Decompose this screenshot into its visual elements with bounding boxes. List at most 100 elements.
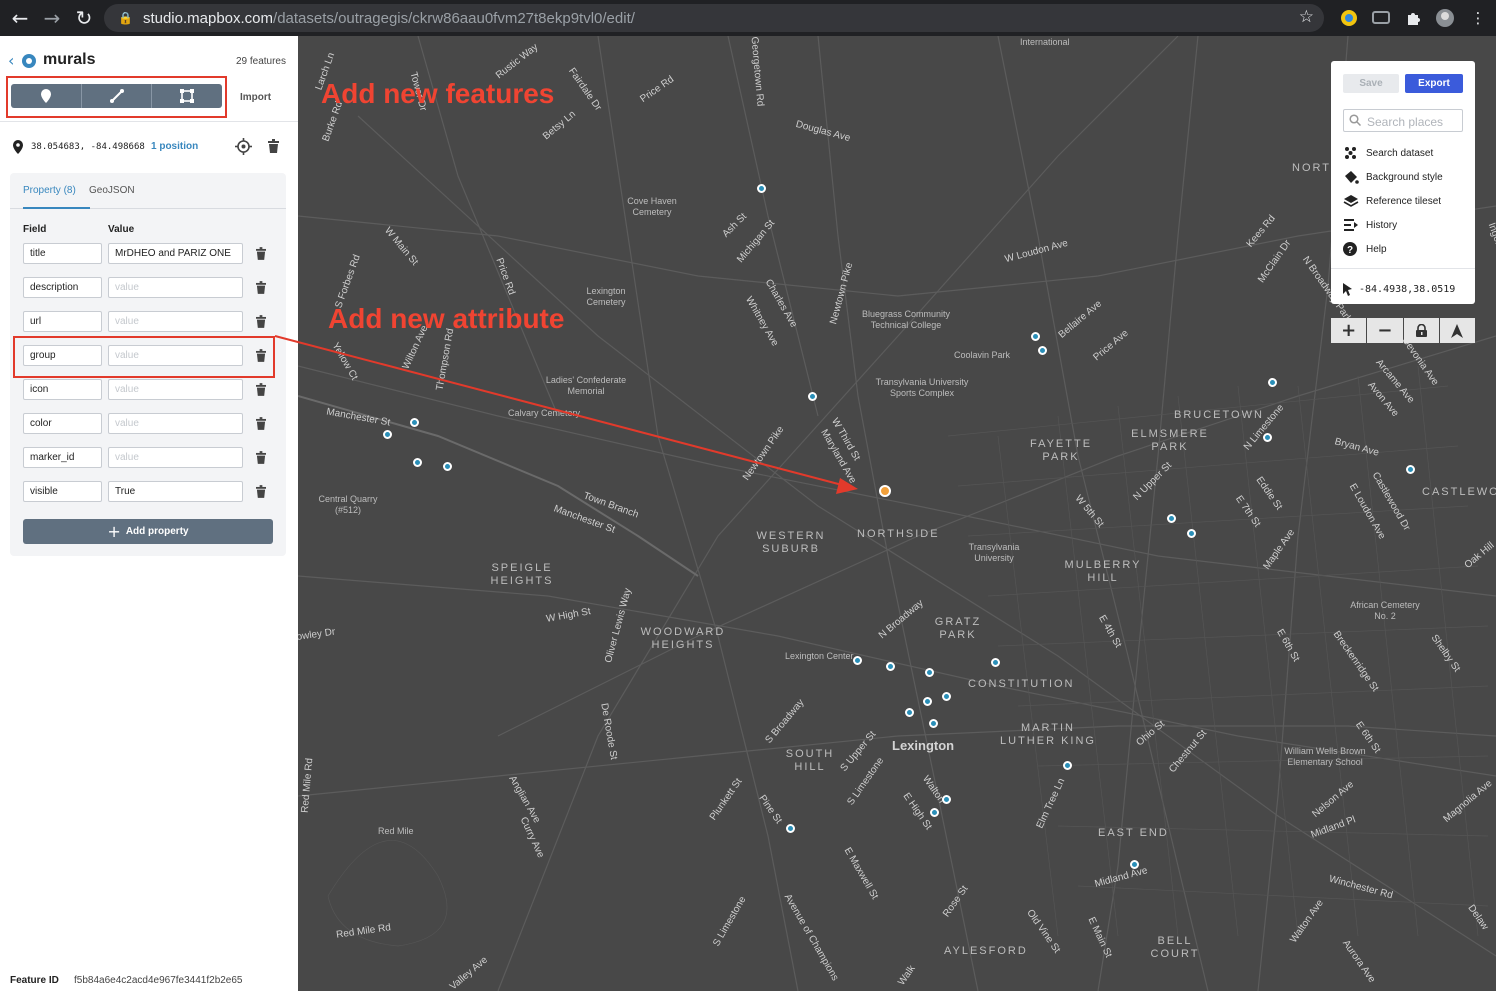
- feature-id-label: Feature ID: [10, 975, 59, 986]
- poi-label: Cove Haven Cemetery: [627, 196, 677, 217]
- address-bar[interactable]: 🔒 studio.mapbox.com/datasets/outragegis/…: [104, 4, 1324, 32]
- map-canvas[interactable]: BRUCETOWN FAYETTE PARK ELMSMERE PARK NOR…: [298, 36, 1496, 991]
- map-marker[interactable]: [1263, 433, 1272, 442]
- neighborhood-label: CONSTITUTION: [968, 678, 1075, 690]
- export-button[interactable]: Export: [1405, 74, 1463, 93]
- menu-reference-tileset[interactable]: Reference tileset: [1343, 194, 1473, 210]
- value-column-header: Value: [108, 224, 135, 235]
- position-link[interactable]: 1 position: [151, 141, 198, 152]
- back-arrow-icon[interactable]: ←: [4, 2, 36, 34]
- lock-button[interactable]: [1403, 318, 1439, 343]
- draw-polygon-button[interactable]: [152, 84, 222, 108]
- reload-icon[interactable]: ↻: [68, 2, 100, 34]
- property-field-input[interactable]: description: [23, 277, 102, 298]
- property-value-input[interactable]: value: [108, 311, 243, 332]
- property-value-input[interactable]: value: [108, 413, 243, 434]
- zoom-out-button[interactable]: −: [1367, 318, 1403, 343]
- delete-feature-icon[interactable]: [268, 139, 279, 153]
- property-value-input[interactable]: value: [108, 277, 243, 298]
- chevron-left-icon[interactable]: ‹: [8, 51, 14, 70]
- map-marker[interactable]: [1130, 860, 1139, 869]
- property-field-input[interactable]: icon: [23, 379, 102, 400]
- city-label: Lexington: [892, 738, 955, 753]
- bookmark-star-icon[interactable]: ☆: [1299, 7, 1314, 27]
- lock-icon: [1415, 324, 1427, 337]
- map-marker[interactable]: [1167, 514, 1176, 523]
- property-value-input[interactable]: value: [108, 379, 243, 400]
- property-field-input[interactable]: title: [23, 243, 102, 264]
- delete-property-icon[interactable]: [256, 417, 266, 430]
- property-value-input[interactable]: True: [108, 481, 243, 502]
- property-field-input[interactable]: visible: [23, 481, 102, 502]
- map-marker[interactable]: [1406, 465, 1415, 474]
- map-marker[interactable]: [886, 662, 895, 671]
- map-marker[interactable]: [925, 668, 934, 677]
- map-marker[interactable]: [786, 824, 795, 833]
- property-row: url value: [23, 311, 278, 333]
- profile-avatar-icon[interactable]: [1435, 8, 1455, 28]
- property-field-input[interactable]: url: [23, 311, 102, 332]
- map-marker[interactable]: [942, 795, 951, 804]
- map-marker[interactable]: [808, 392, 817, 401]
- save-button[interactable]: Save: [1343, 74, 1399, 93]
- map-marker[interactable]: [383, 430, 392, 439]
- search-places-input[interactable]: Search places: [1343, 109, 1463, 132]
- neighborhood-label: NORT: [1292, 162, 1331, 174]
- delete-property-icon[interactable]: [256, 485, 266, 498]
- map-marker[interactable]: [1031, 332, 1040, 341]
- property-value-input[interactable]: MrDHEO and PARIZ ONE: [108, 243, 243, 264]
- map-marker[interactable]: [1063, 761, 1072, 770]
- neighborhood-label: MARTIN LUTHER KING: [1000, 722, 1096, 747]
- menu-history[interactable]: History: [1343, 218, 1473, 234]
- paint-bucket-icon: [1345, 171, 1359, 184]
- tab-property[interactable]: Property (8): [23, 185, 76, 196]
- map-marker[interactable]: [905, 708, 914, 717]
- kebab-menu-icon[interactable]: ⋮: [1468, 8, 1488, 28]
- map-marker[interactable]: [1187, 529, 1196, 538]
- import-button[interactable]: Import: [240, 92, 271, 103]
- property-field-input[interactable]: marker_id: [23, 447, 102, 468]
- compass-button[interactable]: [1439, 318, 1475, 343]
- dataset-controls-panel: Save Export Search places Search dataset…: [1331, 61, 1475, 304]
- property-field-input[interactable]: color: [23, 413, 102, 434]
- map-marker[interactable]: [929, 719, 938, 728]
- map-marker[interactable]: [991, 658, 1000, 667]
- divider: [1331, 268, 1475, 269]
- tab-geojson[interactable]: GeoJSON: [89, 185, 135, 196]
- selected-map-marker[interactable]: [879, 485, 891, 497]
- menu-help[interactable]: ? Help: [1343, 242, 1473, 258]
- puzzle-icon[interactable]: [1403, 8, 1423, 28]
- map-marker[interactable]: [1038, 346, 1047, 355]
- field-column-header: Field: [23, 224, 47, 235]
- draw-line-button[interactable]: [81, 84, 153, 108]
- poi-label: Red Mile: [378, 826, 414, 836]
- zoom-in-button[interactable]: +: [1331, 318, 1367, 343]
- delete-property-icon[interactable]: [256, 383, 266, 396]
- map-marker[interactable]: [1268, 378, 1277, 387]
- delete-property-icon[interactable]: [256, 451, 266, 464]
- menu-search-dataset[interactable]: Search dataset: [1343, 146, 1473, 162]
- extension-icon[interactable]: [1339, 8, 1359, 28]
- map-marker[interactable]: [413, 458, 422, 467]
- map-marker[interactable]: [942, 692, 951, 701]
- draw-point-button[interactable]: [11, 84, 82, 108]
- map-marker[interactable]: [923, 697, 932, 706]
- delete-property-icon[interactable]: [256, 247, 266, 260]
- property-value-input[interactable]: value: [108, 447, 243, 468]
- map-marker[interactable]: [757, 184, 766, 193]
- neighborhood-label: GRATZ PARK: [934, 616, 982, 641]
- cast-icon[interactable]: [1371, 8, 1391, 28]
- map-marker[interactable]: [410, 418, 419, 427]
- map-marker[interactable]: [930, 808, 939, 817]
- crosshair-icon[interactable]: [235, 138, 252, 155]
- menu-background-style[interactable]: Background style: [1343, 170, 1473, 186]
- property-row: icon value: [23, 379, 278, 401]
- feature-position-row: 38.054683, -84.498668 1 position: [0, 136, 298, 158]
- add-property-button[interactable]: + Add property: [23, 519, 273, 544]
- map-marker[interactable]: [853, 656, 862, 665]
- delete-property-icon[interactable]: [256, 281, 266, 294]
- property-row: marker_id value: [23, 447, 278, 469]
- delete-property-icon[interactable]: [256, 315, 266, 328]
- forward-arrow-icon[interactable]: →: [36, 2, 68, 34]
- map-marker[interactable]: [443, 462, 452, 471]
